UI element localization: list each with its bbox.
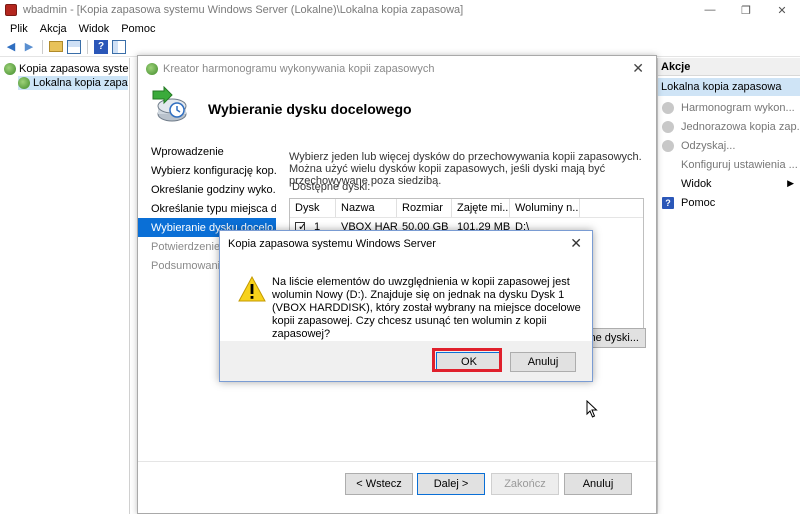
grid-icon[interactable] (67, 39, 81, 54)
actions-section[interactable]: Lokalna kopia zapasowa (658, 78, 800, 96)
action-label: Konfiguruj ustawienia ... (681, 158, 798, 171)
step-backup-config[interactable]: Wybierz konfigurację kop... (138, 161, 276, 180)
finish-button: Zakończ (491, 473, 559, 495)
navigation-tree: Kopia zapasowa systemu W Lokalna kopia z… (0, 58, 130, 514)
wizard-title: Kreator harmonogramu wykonywania kopii z… (163, 63, 435, 75)
backup-icon (146, 63, 158, 75)
dialog-footer: OK Anuluj (220, 341, 592, 381)
action-label: Odzyskaj... (681, 139, 736, 152)
restore-button[interactable]: ❐ (728, 0, 764, 20)
action-backup-once[interactable]: Jednorazowa kopia zap... (658, 117, 800, 136)
action-label: Widok (681, 177, 712, 190)
wizard-close-button[interactable]: ✕ (632, 60, 644, 77)
table-header: Dysk Nazwa Rozmiar Zajęte mi... Woluminy… (290, 199, 643, 218)
confirmation-dialog: Kopia zapasowa systemu Windows Server ✕ … (219, 230, 593, 382)
warning-icon (238, 276, 266, 302)
column-used[interactable]: Zajęte mi... (452, 199, 510, 217)
help-icon[interactable]: ? (94, 39, 108, 54)
toolbar-separator (87, 39, 88, 54)
actions-pane: Akcje Lokalna kopia zapasowa Harmonogram… (657, 58, 800, 514)
menu-plik[interactable]: Plik (4, 23, 34, 35)
wizard-divider (138, 461, 656, 462)
tree-item-label: Lokalna kopia zapasow (33, 77, 128, 89)
app-icon (5, 4, 17, 16)
step-destination-type[interactable]: Określanie typu miejsca d... (138, 199, 276, 218)
folder-icon[interactable] (49, 41, 63, 52)
menu-akcja[interactable]: Akcja (34, 23, 73, 35)
recover-icon (662, 139, 674, 152)
forward-arrow-icon[interactable]: ▶ (22, 40, 36, 54)
backup-icon (18, 77, 30, 89)
wizard-titlebar: Kreator harmonogramu wykonywania kopii z… (138, 56, 656, 82)
chevron-right-icon: ▶ (787, 178, 794, 188)
dialog-cancel-button[interactable]: Anuluj (510, 352, 576, 372)
tree-item-root[interactable]: Kopia zapasowa systemu W (4, 62, 128, 76)
backup-icon (4, 63, 16, 75)
tree-item-label: Kopia zapasowa systemu W (19, 63, 128, 75)
tree-item-local-backup[interactable]: Lokalna kopia zapasow (18, 76, 128, 90)
menu-pomoc[interactable]: Pomoc (115, 23, 161, 35)
toolbar-separator (42, 39, 43, 54)
action-recover[interactable]: Odzyskaj... (658, 136, 800, 155)
back-button[interactable]: < Wstecz (345, 473, 413, 495)
next-button[interactable]: Dalej > (417, 473, 485, 495)
wizard-heading: Wybieranie dysku docelowego (208, 101, 412, 117)
dialog-message: Na liście elementów do uwzględnienia w k… (272, 276, 581, 340)
column-volumes[interactable]: Woluminy n... (510, 199, 580, 217)
action-view[interactable]: Widok ▶ (658, 174, 800, 193)
blank-icon (662, 178, 674, 190)
backup-once-icon (662, 120, 674, 133)
action-configure[interactable]: Konfiguruj ustawienia ... (658, 155, 800, 174)
dialog-title: Kopia zapasowa systemu Windows Server (228, 238, 436, 250)
menu-widok[interactable]: Widok (73, 23, 116, 35)
column-disk[interactable]: Dysk (290, 199, 336, 217)
actions-header: Akcje (658, 58, 800, 76)
menu-bar: Plik Akcja Widok Pomoc (0, 20, 800, 37)
toolbar: ◀ ▶ ? (0, 37, 800, 57)
minimize-button[interactable]: — (692, 0, 728, 20)
window-controls: — ❐ ✕ (692, 0, 800, 20)
column-size[interactable]: Rozmiar (397, 199, 452, 217)
available-disks-label: Dostępne dyski: (292, 181, 371, 193)
action-label: Jednorazowa kopia zap... (681, 120, 800, 133)
action-schedule[interactable]: Harmonogram wykon... (658, 98, 800, 117)
action-label: Harmonogram wykon... (681, 101, 795, 114)
column-name[interactable]: Nazwa (336, 199, 397, 217)
step-backup-time[interactable]: Określanie godziny wyko... (138, 180, 276, 199)
mouse-cursor-icon (586, 400, 598, 418)
back-arrow-icon[interactable]: ◀ (4, 40, 18, 54)
window-title: wbadmin - [Kopia zapasowa systemu Window… (23, 4, 464, 16)
window-titlebar: wbadmin - [Kopia zapasowa systemu Window… (0, 0, 800, 20)
close-button[interactable]: ✕ (764, 0, 800, 20)
wizard-cancel-button[interactable]: Anuluj (564, 473, 632, 495)
action-help[interactable]: ? Pomoc (658, 193, 800, 212)
panel-icon[interactable] (112, 39, 126, 54)
schedule-icon (662, 101, 674, 114)
settings-icon (662, 159, 674, 171)
step-introduction[interactable]: Wprowadzenie (138, 142, 276, 161)
action-label: Pomoc (681, 196, 716, 209)
help-icon: ? (662, 196, 674, 209)
dialog-close-button[interactable]: ✕ (570, 235, 582, 252)
backup-wizard-icon (152, 86, 187, 122)
ok-button-highlight (432, 348, 502, 372)
